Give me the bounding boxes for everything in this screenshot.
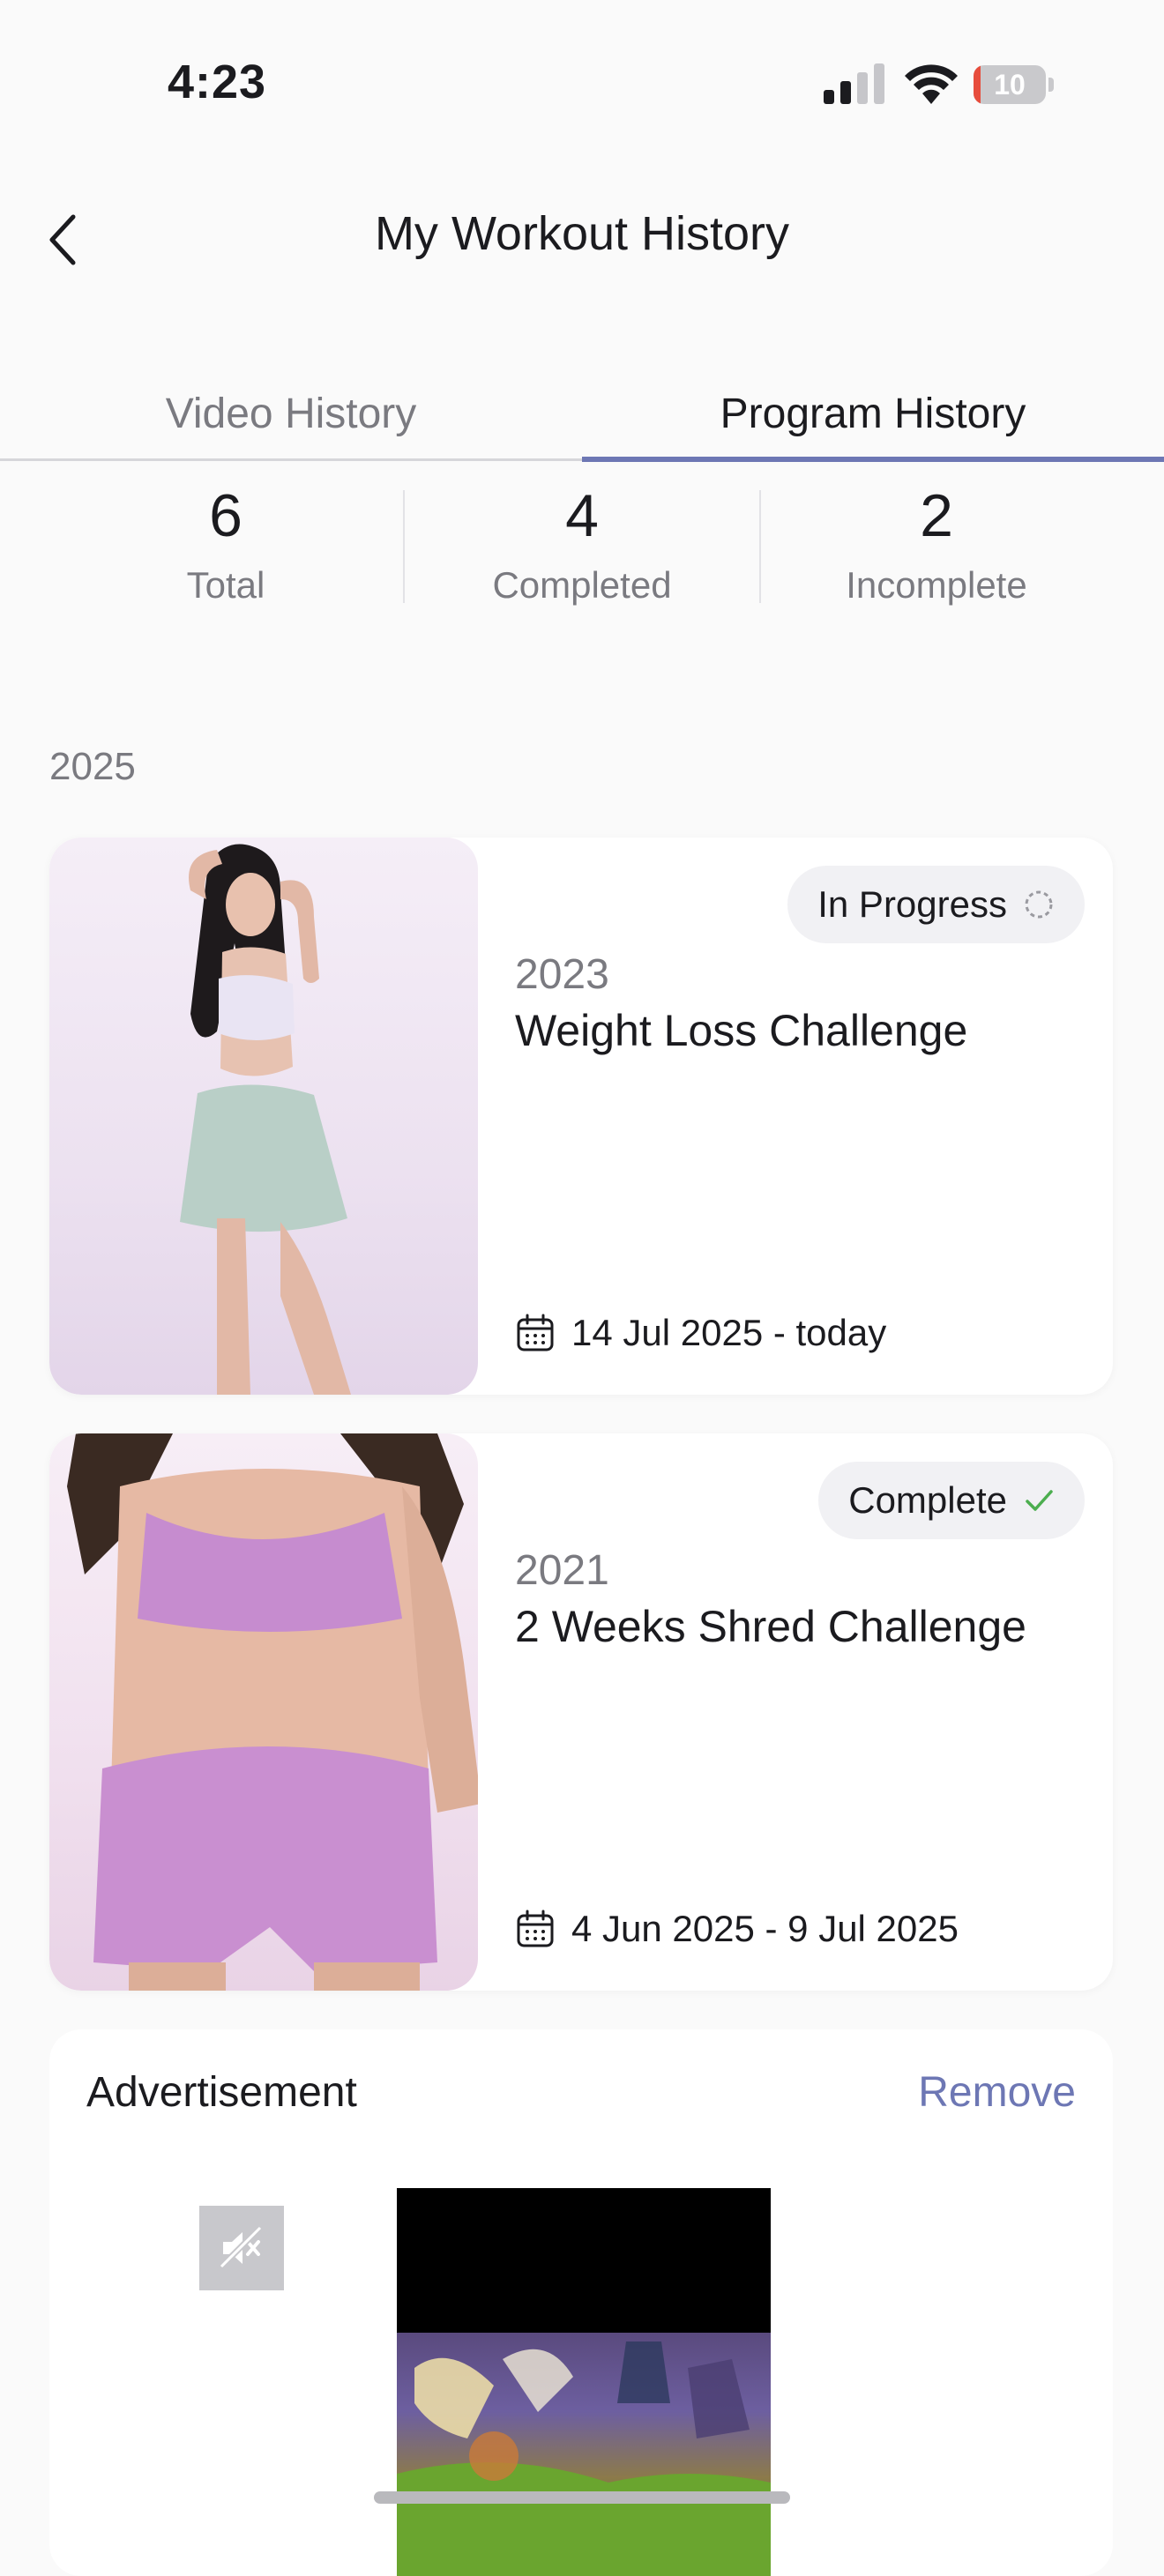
checkmark-icon	[1026, 1490, 1053, 1511]
program-year: 2021	[515, 1547, 609, 1594]
header: My Workout History	[0, 185, 1164, 291]
wifi-icon	[905, 64, 958, 104]
history-tabs: Video History Program History	[0, 370, 1164, 462]
program-card[interactable]: In Progress 2023 Weight Loss Challenge 1…	[49, 838, 1113, 1395]
cellular-signal-icon	[824, 63, 884, 104]
program-title: 2 Weeks Shred Challenge	[515, 1602, 1026, 1651]
program-card[interactable]: Complete 2021 2 Weeks Shred Challenge 4 …	[49, 1433, 1113, 1991]
status-badge: Complete	[818, 1462, 1085, 1539]
battery-level: 10	[994, 69, 1026, 101]
speaker-muted-icon	[219, 2225, 263, 2269]
program-date-text: 4 Jun 2025 - 9 Jul 2025	[571, 1908, 959, 1949]
active-tab-indicator	[582, 457, 1164, 462]
stat-label: Total	[186, 564, 265, 606]
stat-incomplete: 2 Incomplete	[760, 476, 1113, 612]
page-title: My Workout History	[374, 207, 790, 260]
tab-video-history[interactable]: Video History	[0, 370, 582, 458]
calendar-icon	[517, 1910, 554, 1947]
program-thumbnail	[49, 1433, 478, 1991]
program-year: 2023	[515, 951, 609, 998]
status-time: 4:23	[168, 56, 267, 108]
in-progress-icon	[1025, 890, 1053, 919]
stat-completed: 4 Completed	[406, 476, 758, 612]
tab-program-history[interactable]: Program History	[582, 370, 1164, 458]
program-title: Weight Loss Challenge	[515, 1006, 968, 1055]
program-thumbnail	[49, 838, 478, 1395]
stat-label: Incomplete	[846, 564, 1027, 606]
battery-icon: 10	[974, 65, 1055, 104]
ad-video-player[interactable]	[397, 2188, 771, 2576]
ad-video-frame	[397, 2333, 771, 2576]
stat-total: 6 Total	[49, 476, 402, 612]
status-bar: 4:23 10	[0, 0, 1164, 168]
stats-summary: 6 Total 4 Completed 2 Incomplete	[0, 476, 1164, 626]
program-date-range: 14 Jul 2025 - today	[515, 1312, 886, 1354]
stat-value: 4	[565, 482, 599, 549]
stat-value: 6	[209, 482, 242, 549]
status-badge-label: In Progress	[817, 883, 1007, 925]
status-badge-label: Complete	[848, 1479, 1007, 1521]
remove-ad-button[interactable]: Remove	[918, 2068, 1076, 2117]
status-badge: In Progress	[787, 866, 1085, 943]
ad-label: Advertisement	[86, 2069, 357, 2116]
year-section-label: 2025	[49, 745, 136, 788]
program-date-text: 14 Jul 2025 - today	[571, 1312, 887, 1353]
program-date-range: 4 Jun 2025 - 9 Jul 2025	[515, 1908, 959, 1950]
mute-button[interactable]	[199, 2206, 284, 2290]
stat-value: 2	[920, 482, 953, 549]
stat-divider	[403, 490, 405, 603]
home-indicator	[374, 2491, 790, 2504]
calendar-icon	[517, 1314, 554, 1351]
stat-label: Completed	[492, 564, 672, 606]
